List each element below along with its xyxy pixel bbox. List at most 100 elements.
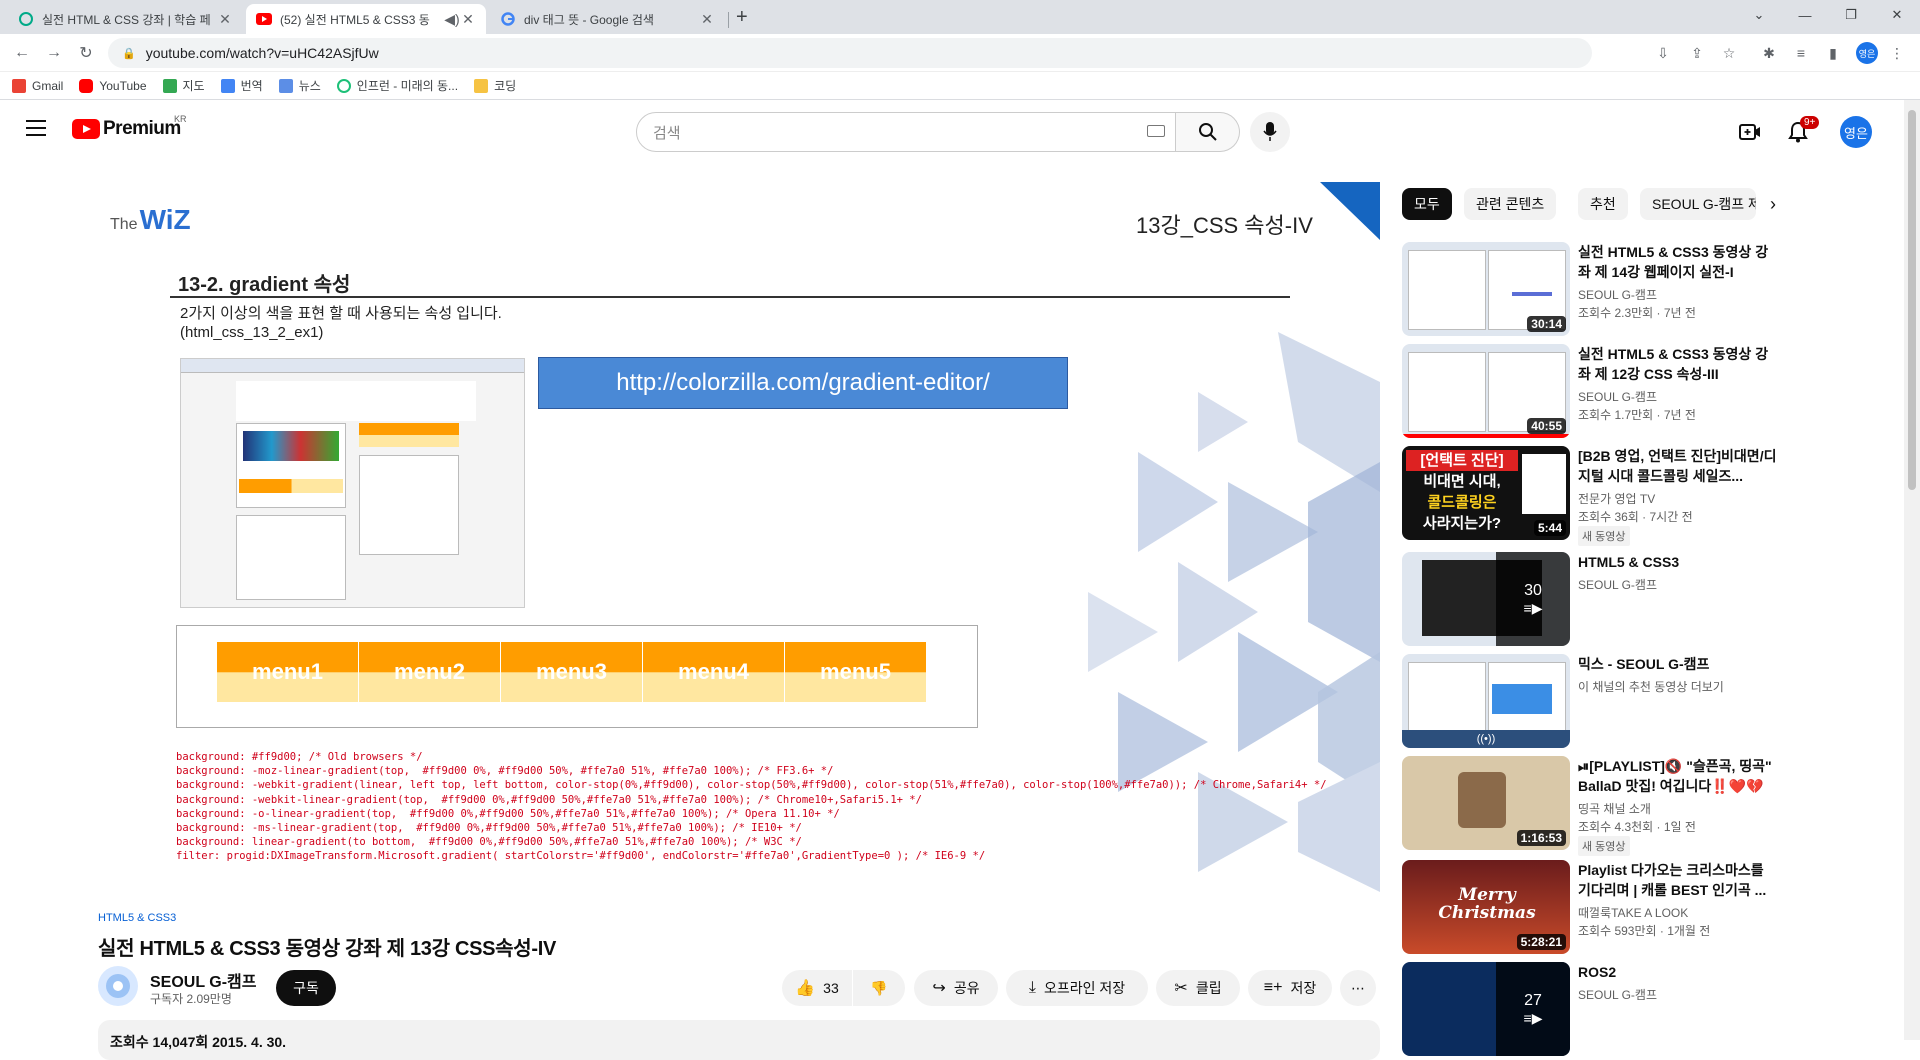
- kebab-menu-icon[interactable]: ⋮: [1886, 42, 1908, 64]
- window-close-icon[interactable]: ✕: [1874, 0, 1920, 30]
- rec-channel[interactable]: SEOUL G-캠프: [1578, 286, 1657, 303]
- video-thumbnail[interactable]: 30:14: [1402, 242, 1570, 336]
- keyboard-icon[interactable]: [1147, 125, 1165, 137]
- recommended-mix[interactable]: ((•)) 믹스 - SEOUL G-캠프 이 채널의 추천 동영상 더보기: [1402, 654, 1882, 750]
- bookmark-maps[interactable]: 지도: [162, 77, 205, 94]
- offline-save-button[interactable]: ⤓ 오프라인 저장: [1006, 970, 1148, 1006]
- clip-button[interactable]: ✂ 클립: [1156, 970, 1240, 1006]
- rec-title[interactable]: ⏯[PLAYLIST]🔇 "슬픈곡, 띵곡" BallaD 맛집! 여깁니다‼️…: [1578, 756, 1778, 796]
- rec-channel[interactable]: SEOUL G-캠프: [1578, 576, 1657, 593]
- video-category-link[interactable]: HTML5 & CSS3: [98, 912, 176, 924]
- chip-all[interactable]: 모두: [1402, 188, 1452, 220]
- share-icon[interactable]: ⇪: [1686, 42, 1708, 64]
- new-video-badge: 새 동영상: [1578, 526, 1630, 546]
- bookmark-translate[interactable]: 번역: [220, 77, 263, 94]
- close-icon[interactable]: ✕: [699, 11, 715, 28]
- rec-channel[interactable]: 띵곡 채널 소개: [1578, 800, 1651, 817]
- search-button[interactable]: [1176, 112, 1240, 152]
- reload-icon[interactable]: ↻: [74, 41, 98, 65]
- recommended-video[interactable]: 40:55 실전 HTML5 & CSS3 동영상 강좌 제 12강 CSS 속…: [1402, 344, 1882, 440]
- rec-title[interactable]: Playlist 다가오는 크리스마스를 기다리며 | 캐롤 BEST 인기곡 …: [1578, 860, 1778, 900]
- video-thumbnail[interactable]: 1:16:53: [1402, 756, 1570, 850]
- voice-search-button[interactable]: [1250, 112, 1290, 152]
- chip-channel[interactable]: SEOUL G-캠프 제: [1640, 188, 1756, 220]
- chevron-right-icon[interactable]: ›: [1770, 194, 1776, 215]
- recommended-playlist[interactable]: 27 ≡▶ ROS2 SEOUL G-캠프: [1402, 962, 1882, 1058]
- menu-demo-item: menu3: [501, 642, 643, 702]
- rec-channel[interactable]: SEOUL G-캠프: [1578, 986, 1657, 1003]
- rec-title[interactable]: [B2B 영업, 언택트 진단]비대면/디지털 시대 콜드콜링 세일즈...: [1578, 446, 1778, 486]
- tab-search-icon[interactable]: ⌄: [1736, 0, 1782, 30]
- address-bar[interactable]: 🔒 youtube.com/watch?v=uHC42ASjfUw: [108, 38, 1592, 68]
- tab-3[interactable]: div 태그 뜻 - Google 검색 ✕: [490, 4, 725, 34]
- share-button[interactable]: ↪ 공유: [914, 970, 998, 1006]
- video-player[interactable]: TheWiZ 13강_CSS 속성-IV 13-2. gradient 속성 2…: [98, 182, 1380, 906]
- recommended-video[interactable]: 1:16:53 ⏯[PLAYLIST]🔇 "슬픈곡, 띵곡" BallaD 맛집…: [1402, 756, 1882, 856]
- bookmark-news[interactable]: 뉴스: [278, 77, 321, 94]
- star-icon[interactable]: ☆: [1718, 42, 1740, 64]
- rec-channel[interactable]: 전문가 영업 TV: [1578, 490, 1655, 507]
- restore-icon[interactable]: ❐: [1828, 0, 1874, 30]
- profile-avatar[interactable]: 영은: [1856, 42, 1878, 64]
- subscribe-button[interactable]: 구독: [276, 970, 336, 1006]
- rec-title[interactable]: 실전 HTML5 & CSS3 동영상 강좌 제 14강 웹페이지 실전-I: [1578, 242, 1778, 282]
- channel-avatar[interactable]: [98, 966, 138, 1006]
- create-video-icon[interactable]: [1738, 120, 1762, 144]
- bookmarks-bar: Gmail YouTube 지도 번역 뉴스 인프런 - 미래의 동... 코딩: [0, 72, 1920, 100]
- sidepanel-icon[interactable]: ▮: [1822, 42, 1844, 64]
- rec-channel[interactable]: SEOUL G-캠프: [1578, 388, 1657, 405]
- video-thumbnail[interactable]: 40:55: [1402, 344, 1570, 438]
- new-tab-icon[interactable]: +: [736, 6, 748, 29]
- extensions-icon[interactable]: ✱: [1758, 42, 1780, 64]
- description-box[interactable]: 조회수 14,047회 2015. 4. 30.: [98, 1020, 1380, 1060]
- more-actions-button[interactable]: ⋯: [1340, 970, 1376, 1006]
- tab-title: div 태그 뜻 - Google 검색: [524, 12, 654, 27]
- forward-icon[interactable]: →: [42, 41, 66, 65]
- recommended-video[interactable]: Merry Christmas 5:28:21 Playlist 다가오는 크리…: [1402, 860, 1882, 956]
- rec-title[interactable]: HTML5 & CSS3: [1578, 552, 1778, 572]
- youtube-premium-logo[interactable]: Premium KR: [72, 114, 187, 140]
- minimize-icon[interactable]: —: [1782, 0, 1828, 30]
- media-icon[interactable]: ≡: [1790, 42, 1812, 64]
- video-thumbnail[interactable]: [언택트 진단] 비대면 시대, 콜드콜링은 사라지는가? 5:44: [1402, 446, 1570, 540]
- back-icon[interactable]: ←: [10, 41, 34, 65]
- speaker-icon[interactable]: ◀): [444, 11, 460, 28]
- playlist-thumbnail[interactable]: 30 ≡▶: [1402, 552, 1570, 646]
- like-button[interactable]: 👍 33: [782, 970, 852, 1006]
- dislike-button[interactable]: 👎: [853, 970, 905, 1006]
- hamburger-menu-icon[interactable]: [26, 120, 46, 136]
- video-thumbnail[interactable]: Merry Christmas 5:28:21: [1402, 860, 1570, 954]
- recommended-playlist[interactable]: 30 ≡▶ HTML5 & CSS3 SEOUL G-캠프: [1402, 552, 1882, 648]
- close-icon[interactable]: ✕: [460, 11, 476, 28]
- rec-meta: 조회수 1.7만회 · 7년 전: [1578, 408, 1696, 422]
- slide-divider: [170, 296, 1290, 298]
- inflearn-icon: [336, 78, 351, 93]
- mix-thumbnail[interactable]: ((•)): [1402, 654, 1570, 748]
- tab-1[interactable]: 실전 HTML & CSS 강좌 | 학습 페 ✕: [8, 4, 243, 34]
- tab-2-active[interactable]: (52) 실전 HTML5 & CSS3 동 ◀) ✕: [246, 4, 486, 34]
- chip-related[interactable]: 관련 콘텐츠: [1464, 188, 1557, 220]
- close-icon[interactable]: ✕: [217, 11, 233, 28]
- video-duration: 5:44: [1533, 520, 1566, 536]
- bookmark-inflearn[interactable]: 인프런 - 미래의 동...: [336, 77, 458, 94]
- playlist-thumbnail[interactable]: 27 ≡▶: [1402, 962, 1570, 1056]
- rec-channel[interactable]: 때껄룩TAKE A LOOK: [1578, 904, 1688, 921]
- recommended-video[interactable]: [언택트 진단] 비대면 시대, 콜드콜링은 사라지는가? 5:44 [B2B …: [1402, 446, 1882, 546]
- account-avatar[interactable]: 영은: [1840, 116, 1872, 148]
- search-input[interactable]: 검색: [636, 112, 1176, 152]
- bookmark-gmail[interactable]: Gmail: [12, 78, 63, 93]
- tab-strip: 실전 HTML & CSS 강좌 | 학습 페 ✕ (52) 실전 HTML5 …: [0, 0, 1920, 34]
- channel-name[interactable]: SEOUL G-캠프: [150, 968, 257, 992]
- bookmark-folder-coding[interactable]: 코딩: [474, 77, 516, 94]
- url-text: youtube.com/watch?v=uHC42ASjfUw: [145, 45, 379, 61]
- rec-title[interactable]: 실전 HTML5 & CSS3 동영상 강좌 제 12강 CSS 속성-III: [1578, 344, 1778, 384]
- scrollbar-thumb[interactable]: [1908, 110, 1916, 490]
- chip-recommended[interactable]: 추천: [1578, 188, 1628, 220]
- recommended-video[interactable]: 30:14 실전 HTML5 & CSS3 동영상 강좌 제 14강 웹페이지 …: [1402, 242, 1882, 338]
- rec-title[interactable]: ROS2: [1578, 962, 1778, 982]
- bookmark-youtube[interactable]: YouTube: [79, 78, 147, 93]
- rec-title[interactable]: 믹스 - SEOUL G-캠프: [1578, 654, 1778, 674]
- page-scrollbar[interactable]: [1904, 100, 1920, 1040]
- install-icon[interactable]: ⇩: [1652, 42, 1674, 64]
- save-button[interactable]: ≡+ 저장: [1248, 970, 1332, 1006]
